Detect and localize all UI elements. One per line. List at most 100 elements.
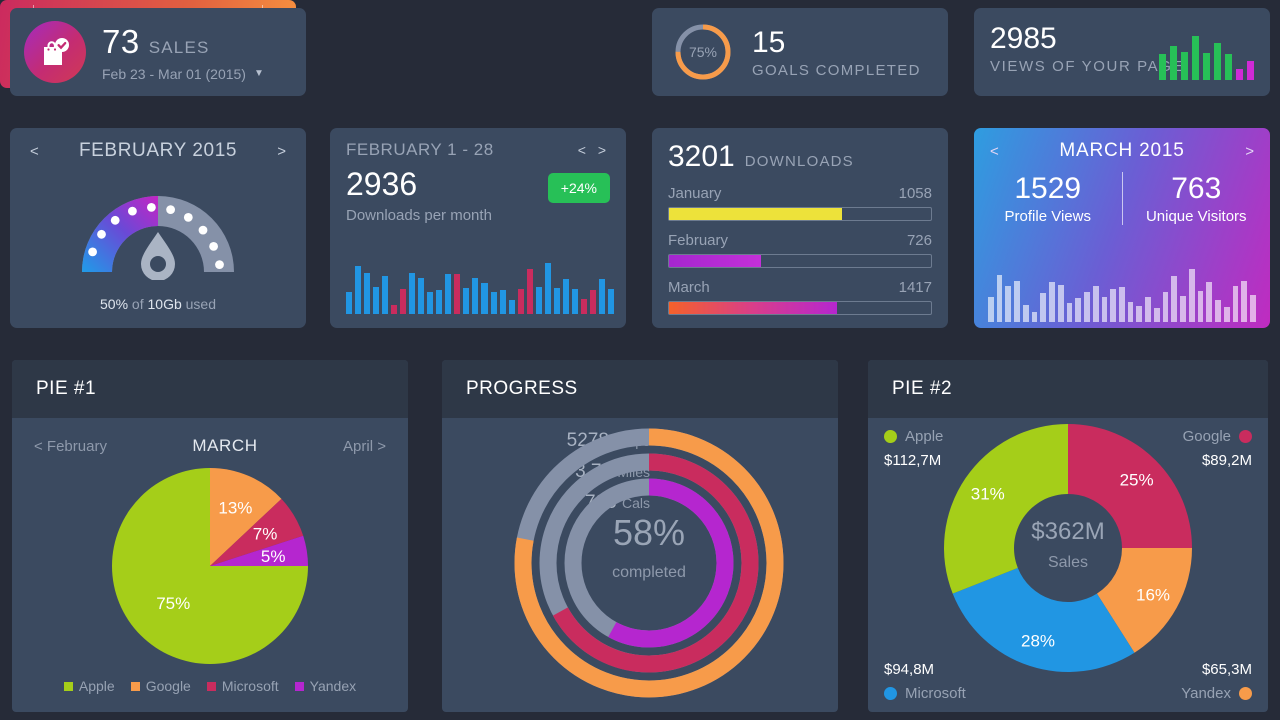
gauge-nav-row: < FEBRUARY 2015 > (10, 128, 306, 162)
downloads-month-bar (391, 305, 398, 314)
pie1-legend-item[interactable]: Microsoft (206, 678, 279, 694)
downloads-change-badge: +24% (547, 173, 610, 203)
march-stat-unique-visitors: 763 Unique Visitors (1121, 172, 1271, 225)
yandex-color-dot (1239, 687, 1252, 700)
downloads-month-bar (373, 286, 380, 314)
march-spark-bar (1232, 286, 1239, 322)
sales-card[interactable]: 73 SALES Feb 23 - Mar 01 (2015) ▼ (10, 8, 306, 96)
march-header: < MARCH 2015 > (974, 128, 1270, 162)
downloads-month-bar (409, 273, 416, 314)
views-spark-bar (1192, 36, 1199, 80)
downloads-month-nav-buttons[interactable]: < > (578, 142, 610, 158)
microsoft-color-dot (884, 687, 897, 700)
downloads-month-bar (553, 287, 560, 314)
views-spark-bar (1247, 60, 1254, 80)
goals-value: 15 (752, 25, 786, 59)
goals-text-block: 15 GOALS COMPLETED (752, 26, 921, 79)
pie2-center-label: Sales (1047, 554, 1089, 571)
legend-label: Apple (78, 678, 115, 694)
march-spark-bar (996, 274, 1003, 322)
downloads-month-bar (445, 274, 452, 314)
march-spark-bar (1188, 268, 1195, 322)
march-spark-bar (1014, 281, 1020, 322)
downloads-month-bar (436, 290, 443, 314)
march-next-button[interactable]: > (1245, 143, 1254, 160)
march-spark-bar (1241, 281, 1248, 322)
downloads-month-bar (517, 289, 524, 314)
march-sparkline-chart (988, 260, 1256, 322)
march-spark-bar (1223, 307, 1230, 322)
downloads-month-bar (499, 290, 506, 314)
goals-percent-label: 75% (689, 44, 717, 60)
microsoft-label: Microsoft (905, 685, 966, 702)
legend-color-swatch (294, 681, 304, 691)
march-spark-bar (1075, 298, 1082, 322)
sales-date-range-selector[interactable]: Feb 23 - Mar 01 (2015) ▼ (102, 66, 264, 82)
downloads-month-bar (508, 300, 515, 314)
downloads-month-bar (526, 269, 533, 314)
downloads-total: 3201 (668, 140, 735, 173)
download-row: February 726 (668, 232, 932, 268)
gauge-percent-used: 50% (100, 296, 129, 312)
download-progress-fill (669, 302, 837, 314)
downloads-label: DOWNLOADS (744, 153, 854, 170)
download-progress-fill (669, 255, 761, 267)
march-spark-bar (1031, 312, 1038, 322)
downloads-month-bar (355, 265, 362, 314)
pie1-slice-label: 75% (156, 594, 190, 613)
march-spark-bar (988, 297, 994, 322)
gauge-next-button[interactable]: > (277, 143, 286, 160)
pie1-next-month-button[interactable]: April > (343, 438, 386, 455)
sales-value: 73 (102, 22, 140, 60)
download-progress-track (668, 254, 932, 268)
chevron-down-icon: ▼ (253, 68, 264, 79)
march-spark-bar (1022, 304, 1029, 322)
pie1-legend-item[interactable]: Yandex (294, 678, 356, 694)
march-spark-bar (1215, 299, 1221, 322)
march-spark-bar (1197, 291, 1204, 322)
march-spark-bar (1110, 288, 1117, 322)
pie1-title: PIE #1 (36, 378, 97, 399)
march-prev-button[interactable]: < (990, 143, 999, 160)
march-stats-row: 1529 Profile Views 763 Unique Visitors (974, 172, 1270, 225)
pie1-legend-item[interactable]: Google (130, 678, 191, 694)
pie2-panel: PIE #2 Apple $112,7M Google $89,2M $94,8… (868, 360, 1268, 712)
progress-percent: 58% (612, 512, 686, 553)
march-spark-bar (1162, 292, 1169, 322)
pie1-legend: Apple Google Microsoft Yandex (12, 678, 408, 694)
pie1-panel-header: PIE #1 (12, 360, 408, 418)
views-spark-bar (1236, 68, 1243, 80)
pie2-center-value: $362M (1031, 518, 1105, 545)
downloads-month-bar (427, 292, 434, 314)
downloads-month-bar (364, 273, 371, 314)
gauge-prev-button[interactable]: < (30, 143, 39, 160)
march-spark-bar (1092, 286, 1099, 322)
pie1-slice-label: 7% (253, 524, 278, 543)
pie1-prev-month-button[interactable]: < February (34, 438, 107, 455)
apple-color-dot (884, 430, 897, 443)
downloads-month-bar (346, 292, 353, 314)
legend-label: Google (145, 678, 191, 694)
gauge-footer-text: 50% of 10Gb used (100, 296, 216, 312)
pie1-slice-label: 13% (218, 498, 252, 517)
pie1-legend-item[interactable]: Apple (63, 678, 115, 694)
views-spark-bar (1159, 54, 1166, 80)
progress-completed-label: completed (612, 564, 686, 581)
progress-title: PROGRESS (466, 378, 578, 399)
download-row: March 1417 (668, 279, 932, 315)
pie2-legend-apple: Apple $112,7M (884, 428, 943, 469)
progress-rings-chart: 58% completed (514, 428, 784, 698)
downloads-month-bar (580, 299, 587, 314)
pie1-current-month: MARCH (192, 436, 258, 455)
views-spark-bar (1214, 43, 1221, 80)
downloads-month-subtitle: Downloads per month (346, 207, 492, 224)
march-spark-bar (1119, 287, 1125, 322)
download-progress-track (668, 207, 932, 221)
march-spark-bar (1180, 295, 1186, 322)
march-stats-card: < MARCH 2015 > 1529 Profile Views 763 Un… (974, 128, 1270, 328)
march-stat-profile-views: 1529 Profile Views (974, 172, 1122, 225)
downloads-month-bar (481, 283, 488, 314)
download-month-value: 1058 (898, 185, 932, 202)
downloads-month-range: FEBRUARY 1 - 28 (346, 140, 494, 159)
dashboard-root: 73 SALES Feb 23 - Mar 01 (2015) ▼ < 36 N… (0, 0, 1280, 720)
